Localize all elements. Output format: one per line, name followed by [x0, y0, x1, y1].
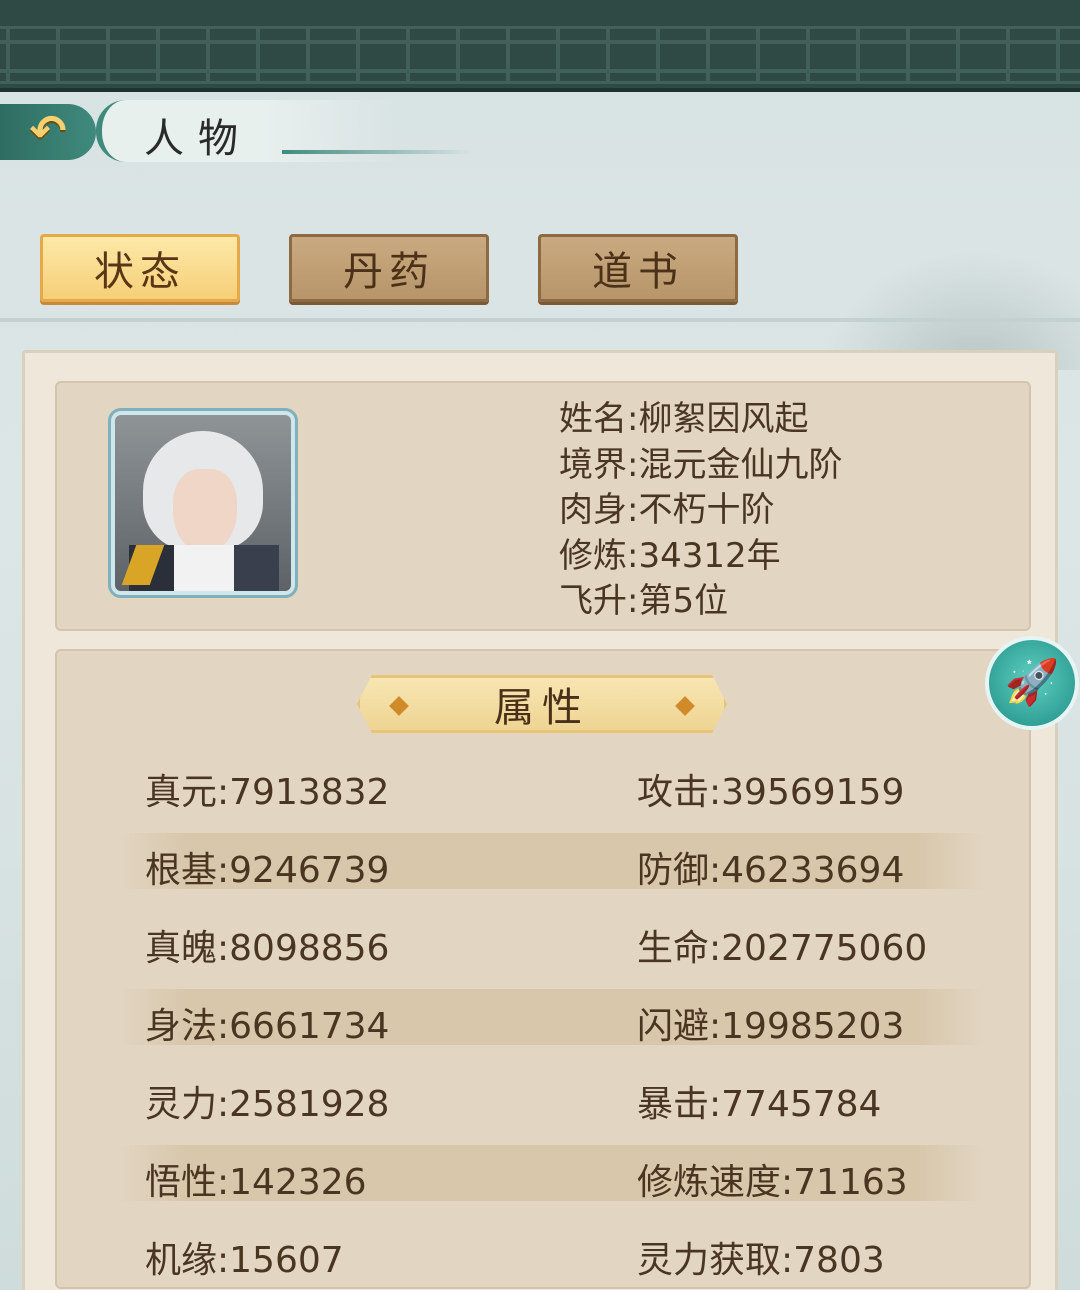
info-name: 姓名:柳絮因风起 [559, 399, 809, 439]
profile-box: 姓名:柳絮因风起 境界:混元金仙九阶 肉身:不朽十阶 修炼:34312年 飞升:… [55, 381, 1031, 631]
info-body: 肉身:不朽十阶 [559, 490, 775, 530]
attributes-title: 属性 [494, 685, 590, 731]
attr-left: 真元:7913832 [145, 772, 390, 813]
info-ascension: 飞升:第5位 [559, 581, 729, 621]
tab-status[interactable]: 状态 [40, 234, 240, 302]
attr-right: 暴击:7745784 [637, 1084, 882, 1125]
attr-left: 真魄:8098856 [145, 928, 390, 969]
attr-right: 攻击:39569159 [637, 772, 905, 813]
attr-left: 机缘:15607 [145, 1240, 344, 1281]
profile-info-list: 姓名:柳絮因风起 境界:混元金仙九阶 肉身:不朽十阶 修炼:34312年 飞升:… [559, 397, 842, 625]
attr-row: 灵力:2581928 暴击:7745784 [117, 1067, 987, 1125]
attr-row: 真元:7913832 攻击:39569159 [117, 755, 987, 813]
character-avatar[interactable] [108, 408, 298, 598]
attr-right: 灵力获取:7803 [637, 1240, 885, 1281]
tab-elixir[interactable]: 丹药 [289, 234, 489, 302]
attr-row: 悟性:142326 修炼速度:71163 [117, 1145, 987, 1203]
attr-row: 根基:9246739 防御:46233694 [117, 833, 987, 891]
diamond-ornament-icon [389, 696, 409, 716]
attributes-box: 属性 真元:7913832 攻击:39569159 根基:9246739 防御:… [55, 649, 1031, 1289]
attributes-header: 属性 [357, 675, 727, 733]
avatar-face [173, 469, 237, 553]
diamond-ornament-icon [675, 696, 695, 716]
back-arrow-icon: ↶ [29, 106, 67, 157]
attr-row: 真魄:8098856 生命:202775060 [117, 911, 987, 969]
info-realm: 境界:混元金仙九阶 [559, 444, 843, 485]
attr-right: 生命:202775060 [637, 928, 928, 969]
page-header: ↶ 人物 [0, 96, 472, 168]
attr-left: 悟性:142326 [145, 1162, 367, 1203]
attr-left: 根基:9246739 [145, 850, 390, 891]
page-title: 人物 [144, 116, 252, 162]
attr-row: 机缘:15607 灵力获取:7803 [117, 1223, 987, 1281]
attr-left: 身法:6661734 [145, 1006, 390, 1047]
attr-right: 修炼速度:71163 [637, 1162, 908, 1203]
tab-divider [0, 318, 1080, 322]
attr-right: 闪避:19985203 [637, 1006, 905, 1047]
title-plate: 人物 [96, 100, 472, 162]
rocket-icon: 🚀 [1004, 657, 1060, 708]
title-underline [282, 150, 472, 154]
fret-pattern [0, 26, 1080, 84]
info-cultivation: 修炼:34312年 [559, 535, 781, 576]
attr-right: 防御:46233694 [637, 850, 905, 891]
attr-left: 灵力:2581928 [145, 1084, 390, 1125]
character-panel: 姓名:柳絮因风起 境界:混元金仙九阶 肉身:不朽十阶 修炼:34312年 飞升:… [22, 350, 1058, 1290]
back-button[interactable]: ↶ [0, 104, 96, 160]
attr-row: 身法:6661734 闪避:19985203 [117, 989, 987, 1047]
rocket-button[interactable]: 🚀 [985, 636, 1079, 730]
tab-daobook[interactable]: 道书 [538, 234, 738, 302]
top-decorative-band [0, 0, 1080, 92]
